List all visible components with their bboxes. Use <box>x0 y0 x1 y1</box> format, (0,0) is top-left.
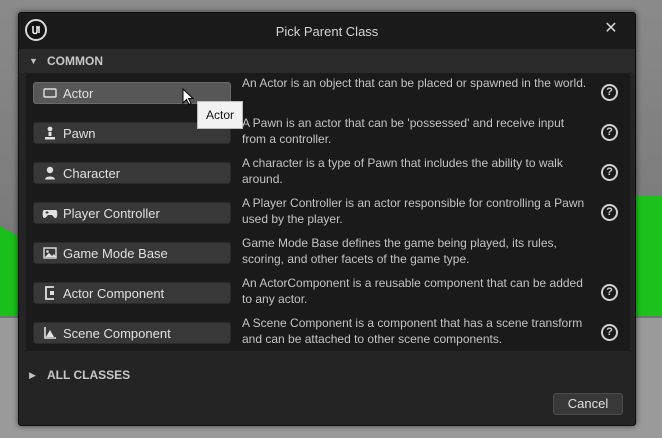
all-classes-section-label: ALL CLASSES <box>47 368 131 382</box>
pawn-description: A Pawn is an actor that can be 'possesse… <box>242 116 565 146</box>
viewport-green-object-right <box>632 196 662 316</box>
scene-component-icon <box>42 325 58 341</box>
common-section-label: COMMON <box>47 54 103 68</box>
class-row-character: Character A character is a type of Pawn … <box>26 153 630 193</box>
class-row-scene-component: Scene Component A Scene Component is a c… <box>26 313 630 353</box>
common-class-list: Actor An Actor is an object that can be … <box>26 73 630 351</box>
pick-parent-class-dialog: Pick Parent Class ✕ ▼ COMMON Actor An Ac… <box>18 12 636 426</box>
help-icon[interactable]: ? <box>601 284 618 301</box>
character-class-label: Character <box>63 165 121 181</box>
dialog-title: Pick Parent Class <box>275 24 379 39</box>
character-description: A character is a type of Pawn that inclu… <box>242 156 563 186</box>
mouse-cursor-icon <box>182 87 195 111</box>
close-icon[interactable]: ✕ <box>601 19 621 39</box>
game-mode-icon <box>42 245 58 261</box>
class-row-pawn: Pawn A Pawn is an actor that can be 'pos… <box>26 113 630 153</box>
actor-icon <box>42 85 58 101</box>
help-icon[interactable]: ? <box>601 84 618 101</box>
common-section-header[interactable]: ▼ COMMON <box>19 49 635 73</box>
help-icon[interactable]: ? <box>601 324 618 341</box>
all-classes-section-header[interactable]: ▶ ALL CLASSES <box>19 363 635 387</box>
scene-component-description: A Scene Component is a component that ha… <box>242 316 583 346</box>
game-mode-base-class-label: Game Mode Base <box>63 245 168 261</box>
help-icon[interactable]: ? <box>601 124 618 141</box>
dialog-titlebar: Pick Parent Class ✕ <box>19 13 635 49</box>
cancel-button[interactable]: Cancel <box>553 393 623 415</box>
chevron-right-icon: ▶ <box>29 369 36 380</box>
actor-tooltip: Actor <box>197 101 243 129</box>
game-mode-base-class-button[interactable]: Game Mode Base <box>33 242 231 264</box>
game-mode-base-description: Game Mode Base defines the game being pl… <box>242 236 557 266</box>
actor-component-class-label: Actor Component <box>63 285 165 301</box>
character-icon <box>42 165 58 181</box>
player-controller-class-button[interactable]: Player Controller <box>33 202 231 224</box>
actor-component-class-button[interactable]: Actor Component <box>33 282 231 304</box>
scene-component-class-label: Scene Component <box>63 325 171 341</box>
pawn-icon <box>42 125 58 141</box>
help-icon[interactable]: ? <box>601 164 618 181</box>
actor-description: An Actor is an object that can be placed… <box>242 76 587 90</box>
scene-component-class-button[interactable]: Scene Component <box>33 322 231 344</box>
actor-class-label: Actor <box>63 85 94 101</box>
gamepad-icon <box>42 205 58 221</box>
help-icon[interactable]: ? <box>601 204 618 221</box>
player-controller-description: A Player Controller is an actor responsi… <box>242 196 585 226</box>
actor-component-icon <box>42 285 58 301</box>
class-row-actor-component: Actor Component An ActorComponent is a r… <box>26 273 630 313</box>
class-row-player-controller: Player Controller A Player Controller is… <box>26 193 630 233</box>
class-row-game-mode-base: Game Mode Base Game Mode Base defines th… <box>26 233 630 273</box>
pawn-class-label: Pawn <box>63 125 96 141</box>
chevron-down-icon: ▼ <box>29 56 38 66</box>
actor-component-description: An ActorComponent is a reusable componen… <box>242 276 583 306</box>
character-class-button[interactable]: Character <box>33 162 231 184</box>
player-controller-class-label: Player Controller <box>63 205 160 221</box>
class-row-actor: Actor An Actor is an object that can be … <box>26 73 630 113</box>
